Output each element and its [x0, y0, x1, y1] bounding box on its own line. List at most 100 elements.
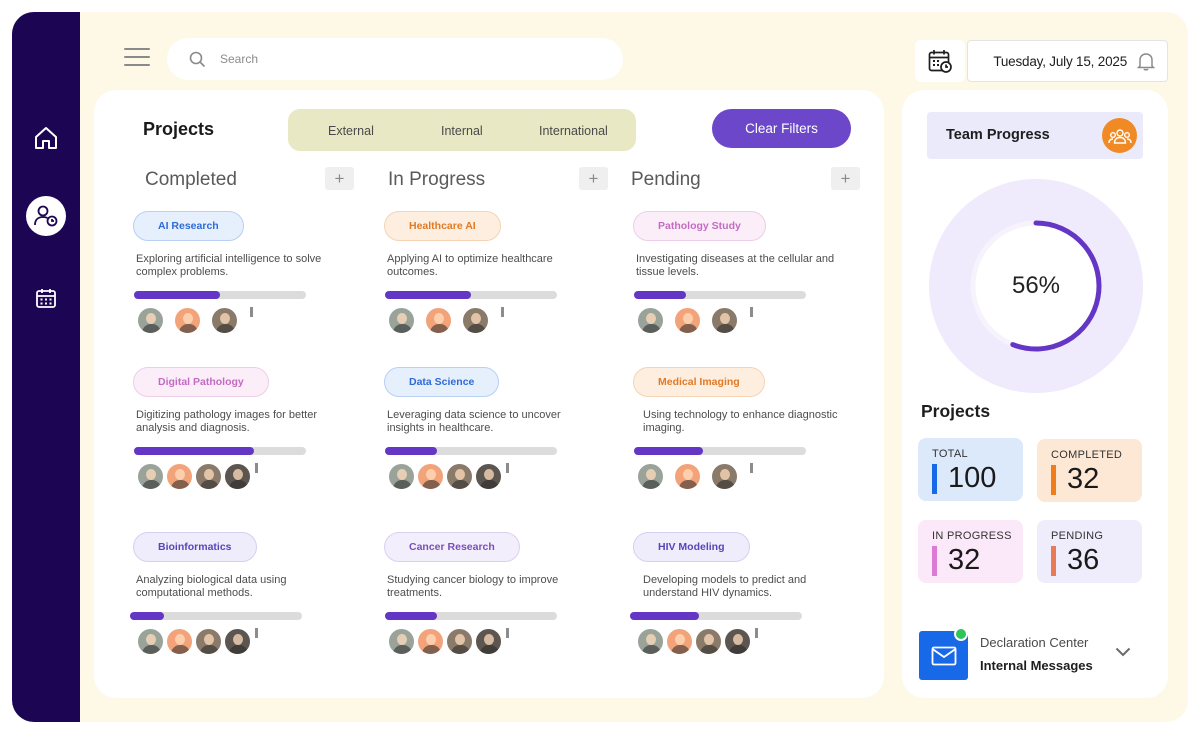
assignee-avatars [137, 628, 258, 655]
progress-bar [134, 291, 306, 299]
chevron-down-icon[interactable] [1115, 647, 1131, 657]
tab-international[interactable]: International [539, 124, 608, 138]
stat-accent-bar [932, 464, 937, 494]
project-card[interactable]: Medical Imaging Using technology to enhan… [633, 367, 863, 497]
menu-button[interactable] [124, 46, 150, 68]
avatar[interactable] [166, 463, 193, 490]
project-tag[interactable]: Data Science [384, 367, 500, 397]
avatar[interactable] [666, 628, 693, 655]
assignee-avatars [637, 463, 753, 490]
team-icon [1107, 128, 1132, 144]
avatar[interactable] [475, 463, 502, 490]
app-frame: Tuesday, July 15, 2025 Projects External… [12, 12, 1188, 722]
avatar[interactable] [637, 463, 664, 490]
project-tag[interactable]: AI Research [133, 211, 244, 241]
clear-filters-button[interactable]: Clear Filters [712, 109, 851, 148]
declaration-center-title: Declaration Center [980, 635, 1089, 650]
progress-fill [385, 291, 471, 299]
project-tag[interactable]: Medical Imaging [633, 367, 765, 397]
avatar[interactable] [174, 307, 201, 334]
avatar[interactable] [224, 628, 251, 655]
project-card[interactable]: Bioinformatics Analyzing biological data … [130, 532, 363, 662]
team-button[interactable] [1102, 118, 1137, 153]
calendar-button[interactable] [915, 40, 965, 82]
avatar[interactable] [224, 463, 251, 490]
avatar[interactable] [475, 628, 502, 655]
avatar[interactable] [166, 628, 193, 655]
avatar[interactable] [388, 463, 415, 490]
more-assignees-indicator [250, 307, 253, 317]
stat-total: TOTAL 100 [918, 438, 1023, 501]
project-card[interactable]: HIV Modeling Developing models to predict… [630, 532, 863, 662]
stat-value: 36 [1067, 544, 1100, 576]
avatar[interactable] [446, 463, 473, 490]
home-icon [35, 127, 57, 149]
more-assignees-indicator [255, 628, 258, 638]
add-completed-button[interactable]: + [325, 167, 354, 190]
avatar[interactable] [417, 628, 444, 655]
avatar[interactable] [711, 307, 738, 334]
tab-internal[interactable]: Internal [441, 124, 483, 138]
progress-bar [134, 447, 306, 455]
more-assignees-indicator [506, 628, 509, 638]
tab-external[interactable]: External [328, 124, 374, 138]
avatar[interactable] [417, 463, 444, 490]
column-title-in-progress: In Progress [388, 169, 486, 190]
avatar[interactable] [137, 628, 164, 655]
project-tag[interactable]: Healthcare AI [384, 211, 501, 241]
add-pending-button[interactable]: + [831, 167, 860, 190]
add-in-progress-button[interactable]: + [579, 167, 608, 190]
avatar[interactable] [388, 307, 415, 334]
menu-icon-line [124, 64, 150, 66]
project-card[interactable]: Healthcare AI Applying AI to optimize hea… [384, 211, 614, 341]
progress-bar [630, 612, 802, 620]
avatar[interactable] [195, 628, 222, 655]
project-card[interactable]: Cancer Research Studying cancer biology t… [384, 532, 614, 662]
more-assignees-indicator [501, 307, 504, 317]
progress-bar [634, 291, 806, 299]
project-card[interactable]: Digital Pathology Digitizing pathology im… [133, 367, 363, 497]
sidebar-item-users[interactable] [26, 196, 66, 236]
more-assignees-indicator [750, 463, 753, 473]
avatar[interactable] [446, 628, 473, 655]
search-icon [189, 51, 206, 67]
search-input[interactable] [220, 52, 600, 66]
project-card[interactable]: Pathology Study Investigating diseases at… [633, 211, 863, 341]
avatar[interactable] [674, 463, 701, 490]
bell-icon[interactable] [1137, 51, 1155, 71]
project-tag[interactable]: HIV Modeling [633, 532, 750, 562]
sidebar-item-calendar[interactable] [26, 278, 66, 318]
avatar[interactable] [695, 628, 722, 655]
avatar[interactable] [195, 463, 222, 490]
avatar[interactable] [724, 628, 751, 655]
team-progress-title: Team Progress [946, 127, 1050, 143]
stat-pending: PENDING 36 [1037, 520, 1142, 583]
stat-value: 32 [1067, 463, 1100, 495]
avatar[interactable] [711, 463, 738, 490]
progress-fill [130, 612, 165, 620]
date-display: Tuesday, July 15, 2025 [967, 40, 1168, 82]
project-tag[interactable]: Pathology Study [633, 211, 766, 241]
avatar[interactable] [674, 307, 701, 334]
project-description: Studying cancer biology to improve treat… [387, 574, 559, 599]
avatar[interactable] [137, 463, 164, 490]
assignee-avatars [137, 307, 253, 334]
avatar[interactable] [462, 307, 489, 334]
avatar[interactable] [137, 307, 164, 334]
sidebar-item-home[interactable] [26, 118, 66, 158]
project-tag[interactable]: Bioinformatics [133, 532, 257, 562]
page-title: Projects [143, 119, 215, 139]
avatar[interactable] [388, 628, 415, 655]
avatar[interactable] [211, 307, 238, 334]
avatar[interactable] [637, 628, 664, 655]
avatar[interactable] [425, 307, 452, 334]
column-title-completed: Completed [145, 169, 237, 190]
project-tag[interactable]: Digital Pathology [133, 367, 269, 397]
avatar[interactable] [637, 307, 664, 334]
more-assignees-indicator [255, 463, 258, 473]
progress-bar [385, 291, 557, 299]
project-tag[interactable]: Cancer Research [384, 532, 520, 562]
assignee-avatars [388, 628, 509, 655]
project-card[interactable]: AI Research Exploring artificial intellig… [133, 211, 363, 341]
project-card[interactable]: Data Science Leveraging data science to u… [384, 367, 614, 497]
